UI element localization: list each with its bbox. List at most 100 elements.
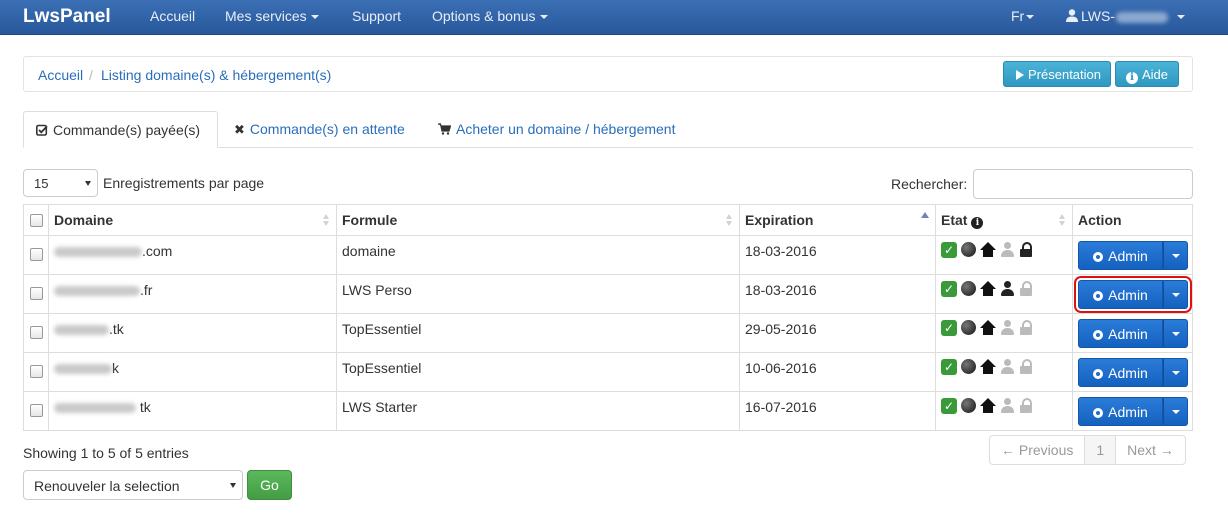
info-icon: i (971, 217, 984, 229)
row-checkbox[interactable] (30, 248, 43, 261)
admin-button-label: Admin (1108, 248, 1148, 264)
lock-icon (1019, 398, 1035, 414)
header-formule[interactable]: Formule (336, 205, 739, 235)
row-checkbox[interactable] (30, 326, 43, 339)
presentation-button[interactable]: Présentation (1003, 61, 1111, 87)
search-input[interactable] (973, 169, 1193, 199)
row-checkbox[interactable] (30, 365, 43, 378)
lock-icon (1019, 242, 1035, 258)
formula-cell: LWS Perso (336, 275, 739, 313)
table-row: .tk TopEssentiel 29-05-2016 ✓ Admin (24, 313, 1192, 352)
table-row: .com domaine 18-03-2016 ✓ Admin (24, 235, 1192, 274)
admin-button[interactable]: Admin (1078, 358, 1163, 387)
row-select-cell (24, 353, 48, 391)
chevron-down-icon (1172, 371, 1180, 375)
admin-split-button: Admin (1078, 319, 1188, 348)
row-select-cell (24, 236, 48, 274)
header-formule-label: Formule (342, 212, 398, 228)
user-menu[interactable]: LWS- (1066, 8, 1185, 24)
pagination-next[interactable]: Next → (1115, 436, 1185, 464)
tab-buy-domain[interactable]: Acheter un domaine / hébergement (426, 111, 687, 148)
formula-cell: TopEssentiel (336, 353, 739, 391)
row-select-cell (24, 314, 48, 352)
sort-icon (1059, 214, 1066, 226)
pagination-page-1[interactable]: 1 (1084, 436, 1116, 464)
admin-dropdown-toggle[interactable] (1163, 319, 1188, 348)
status-cell: ✓ (935, 275, 1072, 313)
breadcrumb-home[interactable]: Accueil (38, 67, 83, 83)
domain-cell: k (48, 353, 336, 391)
user-icon (1000, 320, 1016, 336)
user-name-prefix: LWS- (1081, 8, 1115, 24)
tab-pending-orders[interactable]: ✖ Commande(s) en attente (222, 111, 417, 148)
header-etat[interactable]: Etat i (935, 205, 1072, 235)
domain-cell: .com (48, 236, 336, 274)
gear-icon (1093, 252, 1104, 262)
header-expiration-label: Expiration (745, 212, 814, 228)
language-dropdown[interactable]: Fr (1011, 8, 1035, 24)
gear-icon (1093, 369, 1104, 379)
check-icon: ✓ (941, 281, 957, 297)
chevron-down-icon (1176, 15, 1185, 20)
lock-icon (1019, 281, 1035, 297)
admin-dropdown-toggle[interactable] (1163, 241, 1188, 270)
nav-options-bonus[interactable]: Options & bonus (432, 8, 548, 24)
check-icon: ✓ (941, 242, 957, 258)
page-length-label: Enregistrements par page (103, 175, 265, 191)
expiration-cell: 18-03-2016 (739, 236, 935, 274)
domain-cell: tk (48, 392, 336, 430)
domain-redacted (54, 364, 112, 375)
user-icon (1000, 242, 1016, 258)
table-row: tk LWS Starter 16-07-2016 ✓ Admin (24, 391, 1192, 430)
domain-redacted (54, 286, 140, 297)
language-label: Fr (1011, 8, 1025, 24)
nav-accueil[interactable]: Accueil (150, 8, 195, 24)
admin-button[interactable]: Admin (1078, 397, 1163, 426)
domain-suffix: tk (136, 399, 151, 415)
row-checkbox[interactable] (30, 404, 43, 417)
bulk-action-select[interactable]: Renouveler la selection (23, 470, 243, 500)
header-domaine[interactable]: Domaine (48, 205, 336, 235)
nav-support[interactable]: Support (352, 8, 401, 24)
status-cell: ✓ (935, 392, 1072, 430)
admin-dropdown-toggle[interactable] (1163, 358, 1188, 387)
formula-cell: domaine (336, 236, 739, 274)
action-cell: Admin (1072, 392, 1194, 430)
formula-cell: TopEssentiel (336, 314, 739, 352)
entries-info: Showing 1 to 5 of 5 entries (23, 445, 189, 461)
cart-icon (438, 123, 451, 135)
select-all-checkbox[interactable] (30, 214, 43, 227)
admin-button[interactable]: Admin (1078, 319, 1163, 348)
brand-logo[interactable]: LwsPanel (23, 6, 111, 28)
home-icon (980, 398, 996, 414)
action-cell: Admin (1072, 275, 1194, 313)
help-button[interactable]: i Aide (1115, 61, 1179, 87)
admin-dropdown-toggle[interactable] (1163, 397, 1188, 426)
row-checkbox[interactable] (30, 287, 43, 300)
sort-icon (323, 214, 330, 226)
action-cell: Admin (1072, 353, 1194, 391)
search-label: Rechercher: (891, 176, 968, 192)
admin-button[interactable]: Admin (1078, 280, 1163, 309)
go-button[interactable]: Go (247, 470, 292, 500)
domain-suffix: .com (142, 243, 173, 259)
page-length-select[interactable]: 15 (23, 169, 98, 197)
chevron-down-icon (1026, 15, 1035, 20)
admin-split-button: Admin (1078, 397, 1188, 426)
help-button-label: Aide (1142, 67, 1169, 82)
pagination-previous[interactable]: ← Previous (990, 436, 1084, 464)
lock-icon (1019, 359, 1035, 375)
row-select-cell (24, 275, 48, 313)
admin-button[interactable]: Admin (1078, 241, 1163, 270)
top-navbar: LwsPanel Accueil Mes services Support Op… (0, 0, 1228, 35)
admin-dropdown-toggle[interactable] (1163, 280, 1188, 309)
tab-paid-orders[interactable]: Commande(s) payée(s) (23, 111, 218, 148)
nav-options-bonus-label: Options & bonus (432, 8, 536, 24)
gear-icon (1093, 330, 1104, 340)
check-icon: ✓ (941, 398, 957, 414)
tab-paid-orders-label: Commande(s) payée(s) (53, 122, 201, 138)
formula-cell: LWS Starter (336, 392, 739, 430)
breadcrumb-current[interactable]: Listing domaine(s) & hébergement(s) (101, 67, 331, 83)
header-expiration[interactable]: Expiration (739, 205, 935, 235)
nav-mes-services[interactable]: Mes services (225, 8, 319, 24)
